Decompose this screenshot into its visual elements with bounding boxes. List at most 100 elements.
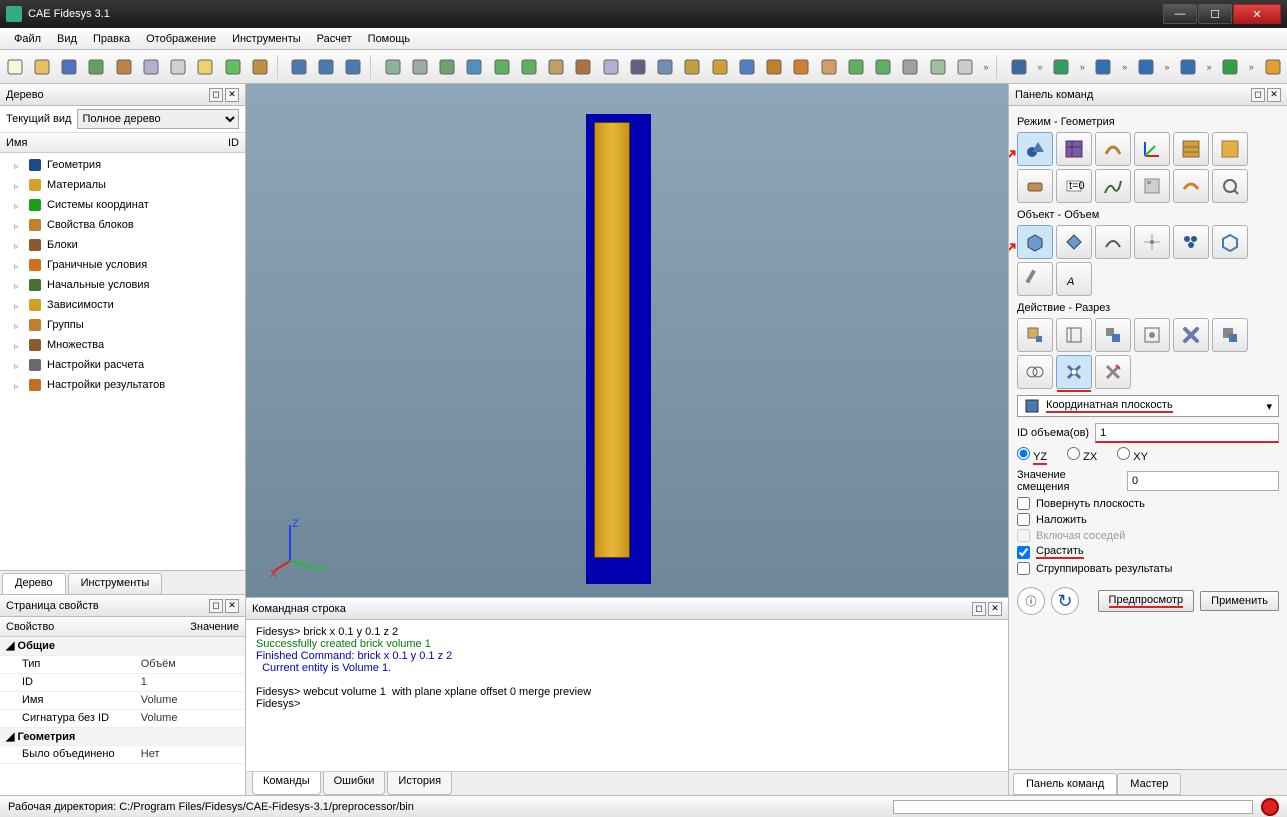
menu-item[interactable]: Инструменты xyxy=(224,31,309,47)
console-tab[interactable]: Команды xyxy=(252,772,321,795)
undock-button[interactable]: ◻ xyxy=(1251,88,1265,102)
toolbar-button[interactable] xyxy=(1049,54,1074,80)
tree-node[interactable]: ▹Граничные условия xyxy=(0,255,245,275)
modegrid-button[interactable] xyxy=(1134,132,1170,166)
toolbar-button[interactable] xyxy=(761,54,786,80)
modegrid-button[interactable] xyxy=(1212,132,1248,166)
expand-icon[interactable]: ▹ xyxy=(14,241,23,250)
toolbar-button[interactable] xyxy=(652,54,677,80)
toolbar-button[interactable] xyxy=(286,54,311,80)
undock-button[interactable]: ◻ xyxy=(209,88,223,102)
tree-view-select[interactable]: Полное дерево xyxy=(77,109,239,129)
menu-item[interactable]: Правка xyxy=(85,31,138,47)
plane-radio[interactable]: XY xyxy=(1117,447,1148,465)
toolbar-button[interactable] xyxy=(138,54,163,80)
action-button[interactable] xyxy=(1134,318,1170,352)
toolbar-button[interactable] xyxy=(314,54,339,80)
action-button[interactable] xyxy=(1212,318,1248,352)
expand-icon[interactable]: ▹ xyxy=(14,221,23,230)
toolbar-button[interactable] xyxy=(898,54,923,80)
property-row[interactable]: Было объединеноНет xyxy=(0,745,245,763)
undock-button[interactable]: ◻ xyxy=(972,602,986,616)
toolbar-button[interactable] xyxy=(220,54,245,80)
modegrid-button[interactable] xyxy=(1173,132,1209,166)
option-checkbox[interactable]: Повернуть плоскость xyxy=(1017,497,1279,510)
refresh-button[interactable]: ↻ xyxy=(1051,587,1079,615)
expand-icon[interactable]: ▹ xyxy=(14,381,23,390)
expand-icon[interactable]: ▹ xyxy=(14,261,23,270)
close-panel-button[interactable]: ✕ xyxy=(225,88,239,102)
toolbar-button[interactable] xyxy=(380,54,405,80)
3d-viewport[interactable]: Z Y X xyxy=(246,84,1008,597)
toolbar-button[interactable] xyxy=(516,54,541,80)
toolbar-button[interactable] xyxy=(407,54,432,80)
toolbar-button[interactable] xyxy=(166,54,191,80)
property-row[interactable]: Сигнатура без IDVolume xyxy=(0,709,245,727)
toolbar-button[interactable] xyxy=(680,54,705,80)
action-button[interactable] xyxy=(1095,355,1131,389)
modegrid-button[interactable]: ↗ xyxy=(1017,132,1053,166)
tree-tab[interactable]: Дерево xyxy=(2,573,66,594)
toolbar-button[interactable] xyxy=(925,54,950,80)
property-row[interactable]: ТипОбъём xyxy=(0,655,245,673)
toolbar-button[interactable] xyxy=(462,54,487,80)
toolbar-button[interactable] xyxy=(29,54,54,80)
objgrid-button[interactable] xyxy=(1134,225,1170,259)
toolbar-button[interactable] xyxy=(1218,54,1243,80)
close-button[interactable]: ✕ xyxy=(1233,4,1281,24)
toolbar-button[interactable] xyxy=(111,54,136,80)
apply-button[interactable]: Применить xyxy=(1200,591,1279,611)
toolbar-button[interactable] xyxy=(84,54,109,80)
toolbar-button[interactable] xyxy=(489,54,514,80)
property-row[interactable]: ID1 xyxy=(0,673,245,691)
offset-input[interactable] xyxy=(1127,471,1279,491)
toolbar-button[interactable] xyxy=(1006,54,1031,80)
toolbar-button[interactable] xyxy=(1175,54,1200,80)
plane-radio[interactable]: ZX xyxy=(1067,447,1097,465)
modegrid-button[interactable] xyxy=(1095,132,1131,166)
toolbar-button[interactable] xyxy=(341,54,366,80)
modegrid-button[interactable] xyxy=(1173,169,1209,203)
menu-item[interactable]: Файл xyxy=(6,31,49,47)
right-tab[interactable]: Панель команд xyxy=(1013,773,1117,795)
close-panel-button[interactable]: ✕ xyxy=(225,599,239,613)
tree-node[interactable]: ▹Настройки расчета xyxy=(0,355,245,375)
toolbar-button[interactable] xyxy=(543,54,568,80)
toolbar-button[interactable] xyxy=(816,54,841,80)
expand-icon[interactable]: ▹ xyxy=(14,321,23,330)
menu-item[interactable]: Вид xyxy=(49,31,85,47)
objgrid-button[interactable] xyxy=(1212,225,1248,259)
toolbar-button[interactable] xyxy=(1133,54,1158,80)
tree-node[interactable]: ▹Группы xyxy=(0,315,245,335)
plane-type-combo[interactable]: Координатная плоскость ▾ xyxy=(1017,395,1279,417)
objgrid-button[interactable]: ↗ xyxy=(1017,225,1053,259)
preview-button[interactable]: Предпросмотр xyxy=(1098,590,1195,612)
tree-node[interactable]: ▹Блоки xyxy=(0,235,245,255)
expand-icon[interactable]: ▹ xyxy=(14,341,23,350)
toolbar-button[interactable] xyxy=(2,54,27,80)
tree-node[interactable]: ▹Материалы xyxy=(0,175,245,195)
property-grid[interactable]: ◢ ОбщиеТипОбъёмID1ИмяVolumeСигнатура без… xyxy=(0,637,245,764)
expand-icon[interactable]: ▹ xyxy=(14,161,23,170)
tree-node[interactable]: ▹Множества xyxy=(0,335,245,355)
console-tab[interactable]: Ошибки xyxy=(323,772,386,795)
tree-node[interactable]: ▹Зависимости xyxy=(0,295,245,315)
menu-item[interactable]: Помощь xyxy=(360,31,419,47)
toolbar-button[interactable] xyxy=(707,54,732,80)
objgrid-button[interactable] xyxy=(1095,225,1131,259)
volume-id-input[interactable] xyxy=(1095,423,1279,443)
modegrid-button[interactable] xyxy=(1212,169,1248,203)
toolbar-button[interactable] xyxy=(571,54,596,80)
tree-node[interactable]: ▹Свойства блоков xyxy=(0,215,245,235)
toolbar-button[interactable] xyxy=(1091,54,1116,80)
toolbar-button[interactable] xyxy=(625,54,650,80)
console-tab[interactable]: История xyxy=(387,772,452,795)
property-row[interactable]: ИмяVolume xyxy=(0,691,245,709)
tree-node[interactable]: ▹Начальные условия xyxy=(0,275,245,295)
close-panel-button[interactable]: ✕ xyxy=(988,602,1002,616)
toolbar-button[interactable] xyxy=(734,54,759,80)
right-tab[interactable]: Мастер xyxy=(1117,773,1181,795)
action-button[interactable] xyxy=(1017,318,1053,352)
tree-node[interactable]: ▹Настройки результатов xyxy=(0,375,245,395)
modegrid-button[interactable]: t=0 xyxy=(1056,169,1092,203)
